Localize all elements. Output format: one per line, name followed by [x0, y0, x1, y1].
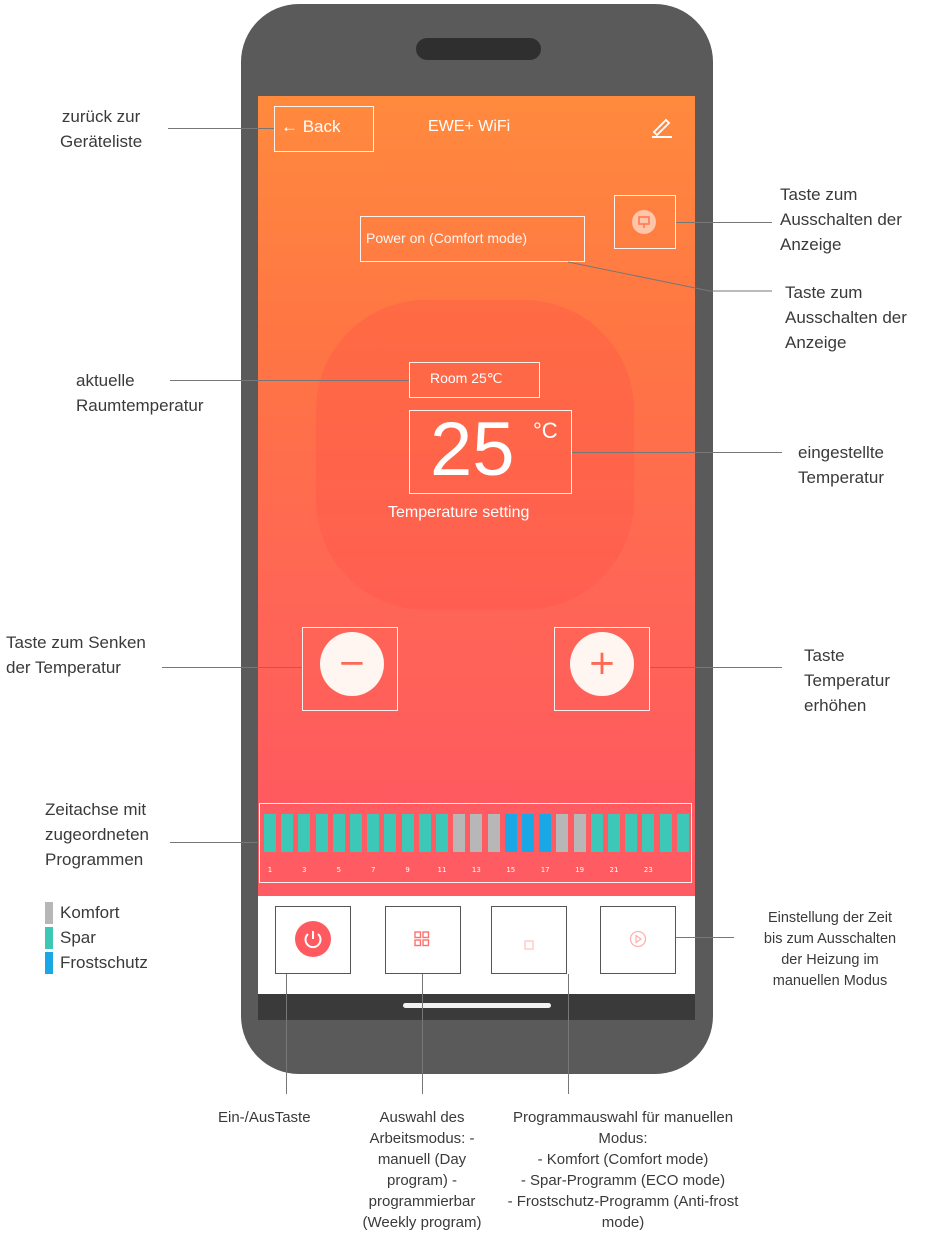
legend-swatch-spar — [45, 927, 53, 949]
home-indicator[interactable] — [403, 1003, 551, 1008]
display-off-icon — [632, 210, 656, 234]
timeline-bar[interactable] — [315, 814, 328, 852]
timeline-bar[interactable] — [539, 814, 552, 852]
timeline-hour-label: 13 — [471, 866, 481, 874]
timeline-hour-label: 23 — [643, 866, 653, 874]
timeline-hour-label: 19 — [575, 866, 585, 874]
timeline-bar[interactable] — [590, 814, 603, 852]
timeline-bar[interactable] — [281, 814, 294, 852]
timeline-bar[interactable] — [332, 814, 345, 852]
annotation-timeline: Zeitachse mit zugeordneten Programmen — [45, 800, 149, 869]
timeline-bar[interactable] — [264, 814, 276, 852]
timeline-bar[interactable] — [384, 814, 397, 852]
timeline-bar[interactable] — [556, 814, 569, 852]
leader-timer — [676, 937, 734, 938]
timeline-bar[interactable] — [608, 814, 620, 852]
timeline-hour-label: 1 — [267, 866, 273, 874]
annotation-minus: Taste zum Senken der Temperatur — [6, 633, 146, 677]
annotation-set-temp: eingestellte Temperatur — [798, 443, 885, 487]
legend-label-spar: Spar — [60, 928, 96, 947]
timeline-hour-label: 15 — [506, 866, 516, 874]
timeline-bar[interactable] — [642, 814, 655, 852]
power-status: Power on (Comfort mode) — [366, 230, 528, 246]
program-icon — [524, 935, 534, 950]
timeline-hour-label: 5 — [336, 866, 342, 874]
power-icon — [295, 921, 331, 957]
leader-power — [286, 974, 287, 1094]
legend-label-komfort: Komfort — [60, 903, 120, 922]
annotation-power: Ein-/AusTaste — [218, 1109, 311, 1126]
timeline-bar[interactable] — [625, 814, 638, 852]
timeline-bar[interactable] — [676, 814, 689, 852]
room-temperature: Room 25℃ — [430, 370, 503, 386]
timeline-hour-label: 11 — [437, 866, 447, 874]
leader-plus — [650, 667, 782, 668]
legend-swatch-frostschutz — [45, 952, 53, 974]
legend-swatch-komfort — [45, 902, 53, 924]
annotation-room-temp: aktuelle Raumtemperatur — [76, 371, 204, 415]
leader-set-temp — [572, 452, 782, 453]
timeline-hour-label: 7 — [370, 866, 376, 874]
timeline-bar[interactable] — [522, 814, 534, 852]
leader-room-temp — [170, 380, 409, 381]
set-temperature-unit: °C — [533, 418, 558, 443]
phone-speaker — [416, 38, 541, 60]
increase-temp-button[interactable]: + — [570, 632, 634, 696]
temperature-setting-label: Temperature setting — [388, 504, 530, 521]
annotation-back: zurück zur Geräteliste — [60, 107, 143, 151]
leader-minus — [162, 667, 302, 668]
timeline-bar[interactable] — [350, 814, 362, 852]
leader-display-off — [676, 222, 772, 223]
timeline-bar[interactable] — [470, 814, 483, 852]
timeline-bar[interactable] — [504, 814, 517, 852]
annotation-program: Programmauswahl für manuellen Modus: - K… — [507, 1109, 739, 1231]
timeline-hour-label: 21 — [609, 866, 619, 874]
leader-mode — [422, 974, 423, 1094]
timeline-hour-label: 3 — [302, 866, 307, 874]
annotation-plus: Taste Temperatur erhöhen — [804, 646, 890, 715]
timeline-bar[interactable] — [367, 814, 380, 852]
timeline-bar[interactable] — [418, 814, 431, 852]
timeline-bar[interactable] — [487, 814, 500, 852]
timeline-hour-label: 9 — [405, 866, 410, 874]
play-circle-icon — [629, 930, 647, 948]
timeline-bar[interactable] — [659, 814, 672, 852]
leader-status — [567, 261, 772, 292]
leader-timeline — [170, 842, 259, 843]
timeline-bar[interactable] — [453, 814, 466, 852]
annotation-status: Taste zum Ausschalten der Anzeige — [785, 283, 907, 352]
grid-icon — [414, 931, 430, 947]
pencil-icon[interactable] — [650, 114, 674, 138]
annotation-timer: Einstellung der Zeit bis zum Ausschalten… — [763, 910, 897, 989]
leader-back — [168, 128, 274, 129]
timeline-bar[interactable] — [436, 814, 448, 852]
leader-program — [568, 974, 569, 1094]
timeline-bar[interactable] — [298, 814, 311, 852]
set-temperature-value: 25 — [430, 407, 515, 492]
back-label: ← Back — [281, 117, 341, 136]
app-title: EWE+ WiFi — [428, 118, 511, 135]
timeline-bar[interactable] — [573, 814, 586, 852]
timeline-bar[interactable] — [401, 814, 414, 852]
timeline-hour-label: 17 — [540, 866, 550, 874]
legend-label-frostschutz: Frostschutz — [60, 953, 148, 972]
decrease-temp-button[interactable]: − — [320, 632, 384, 696]
annotation-display-off: Taste zum Ausschalten der Anzeige — [780, 185, 902, 254]
